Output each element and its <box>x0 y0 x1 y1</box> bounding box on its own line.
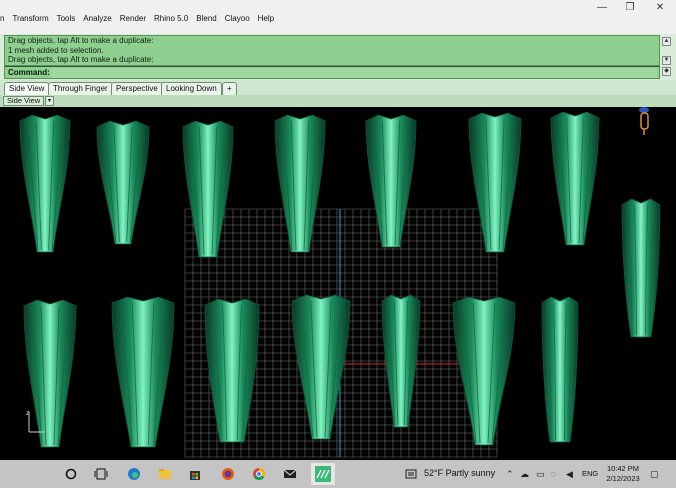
finger-mesh[interactable] <box>204 298 260 443</box>
task-view-icon[interactable] <box>94 467 108 481</box>
viewport-title[interactable]: Side View <box>3 96 45 106</box>
language-indicator[interactable]: ENG <box>582 469 598 478</box>
finger-mesh[interactable] <box>111 296 175 448</box>
finger-mesh[interactable] <box>468 112 522 253</box>
command-history: Drag objects, tap Alt to make a duplicat… <box>4 35 660 66</box>
menu-item-analyze[interactable]: Analyze <box>83 14 111 28</box>
add-tab-button[interactable]: + <box>222 82 237 95</box>
menu-item-rhino[interactable]: Rhino 5.0 <box>154 14 188 28</box>
notification-icon[interactable]: ▢ <box>650 469 659 480</box>
command-scroll-button[interactable]: ◆ <box>662 67 671 76</box>
battery-icon[interactable]: ▭ <box>536 469 545 480</box>
menu: n Transform Tools Analyze Render Rhino 5… <box>0 14 282 28</box>
menu-item-render[interactable]: Render <box>120 14 146 28</box>
mail-icon[interactable] <box>283 467 297 481</box>
menu-item-tools[interactable]: Tools <box>57 14 76 28</box>
clock-date: 2/12/2023 <box>606 474 640 483</box>
weather-icon <box>405 469 417 479</box>
scroll-down-button[interactable]: ▼ <box>662 56 671 65</box>
weather-widget[interactable]: 52°F Partly sunny <box>424 468 495 478</box>
command-input[interactable] <box>51 68 657 78</box>
finger-mesh[interactable] <box>96 120 150 245</box>
finger-mesh[interactable] <box>274 114 326 253</box>
command-label: Command: <box>8 68 50 77</box>
close-button[interactable]: ✕ <box>654 2 666 14</box>
history-line: Drag objects, tap Alt to make a duplicat… <box>8 36 154 45</box>
history-line: 1 mesh added to selection. <box>8 45 104 55</box>
gumball-icon[interactable] <box>639 107 649 135</box>
finger-mesh[interactable] <box>381 294 421 428</box>
tab-side-view[interactable]: Side View <box>4 82 50 95</box>
tab-through-finger[interactable]: Through Finger <box>48 82 113 95</box>
finger-mesh[interactable] <box>621 198 661 338</box>
clock-time: 10:42 PM <box>606 464 640 473</box>
finger-mesh[interactable] <box>452 296 516 446</box>
rhino-app-icon <box>315 466 331 482</box>
finger-mesh[interactable] <box>365 114 417 248</box>
system-clock[interactable]: 10:42 PM 2/12/2023 <box>604 464 642 484</box>
finger-mesh[interactable] <box>550 111 600 246</box>
menu-item-n[interactable]: n <box>0 14 4 28</box>
restore-button[interactable]: ❐ <box>624 2 636 14</box>
tab-perspective[interactable]: Perspective <box>111 82 163 95</box>
taskbar: 52°F Partly sunny ⌃ ☁ ▭ ◌ ◀ ENG 10:42 PM… <box>0 460 676 488</box>
scroll-up-button[interactable]: ▲ <box>662 37 671 46</box>
viewport-canvas: z <box>19 107 661 458</box>
menu-item-help[interactable]: Help <box>258 14 274 28</box>
tab-looking-down[interactable]: Looking Down <box>161 82 222 95</box>
chevron-up-icon[interactable]: ⌃ <box>506 469 514 480</box>
cloud-icon[interactable]: ☁ <box>520 469 529 480</box>
chrome-icon[interactable] <box>252 467 266 481</box>
axis-z-label: z <box>26 410 30 417</box>
menu-item-transform[interactable]: Transform <box>12 14 48 28</box>
finger-mesh[interactable] <box>291 294 351 440</box>
history-line: Drag objects, tap Alt to make a duplicat… <box>8 55 154 65</box>
menu-item-clayoo[interactable]: Clayoo <box>225 14 250 28</box>
finger-mesh[interactable] <box>541 296 579 443</box>
viewport-tabs: Side View Through Finger Perspective Loo… <box>0 80 676 95</box>
viewport-menu-button[interactable]: ▾ <box>45 96 54 106</box>
volume-icon[interactable]: ◀ <box>566 469 573 480</box>
rhino-taskbar-button[interactable] <box>311 463 335 485</box>
side-viewport[interactable]: z <box>0 107 676 460</box>
minimize-button[interactable]: — <box>596 2 608 14</box>
firefox-icon[interactable] <box>221 467 235 481</box>
rhino-window: n Transform Tools Analyze Render Rhino 5… <box>0 0 676 488</box>
file-explorer-icon[interactable] <box>158 467 172 481</box>
finger-mesh[interactable] <box>19 114 71 253</box>
edge-icon[interactable] <box>127 467 141 481</box>
menu-item-blend[interactable]: Blend <box>196 14 216 28</box>
menu-bar: n Transform Tools Analyze Render Rhino 5… <box>0 0 676 34</box>
store-icon[interactable] <box>188 467 202 481</box>
command-area: Drag objects, tap Alt to make a duplicat… <box>0 34 676 80</box>
command-line: Command: <box>4 66 660 79</box>
network-icon[interactable]: ◌ <box>551 469 556 479</box>
viewport-header: Side View ▾ <box>0 95 676 107</box>
finger-mesh[interactable] <box>23 299 77 448</box>
finger-mesh[interactable] <box>182 120 234 258</box>
search-icon[interactable] <box>64 467 78 481</box>
